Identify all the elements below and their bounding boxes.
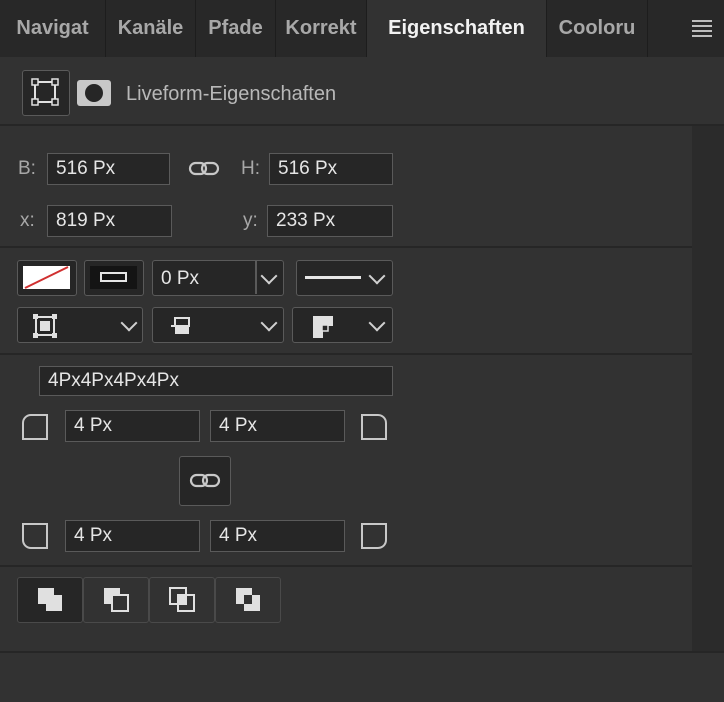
corner-bottom-right-icon — [361, 523, 387, 549]
chevron-down-icon — [120, 314, 138, 332]
combine-shapes-icon — [38, 588, 62, 611]
height-label: H: — [241, 158, 260, 179]
corner-top-left-field[interactable]: 4 Px — [65, 410, 200, 442]
tab-paths[interactable]: Pfade — [196, 0, 276, 57]
y-label: y: — [243, 210, 258, 231]
corner-bottom-right-field[interactable]: 4 Px — [210, 520, 345, 552]
chevron-down-icon — [368, 267, 386, 285]
stroke-align-dropdown[interactable] — [17, 307, 143, 343]
tab-adjustments[interactable]: Korrekt — [276, 0, 367, 57]
width-field[interactable]: 516 Px — [47, 153, 170, 185]
tab-channels[interactable]: Kanäle — [106, 0, 196, 57]
panel-menu-icon[interactable] — [692, 20, 712, 37]
divider — [0, 246, 724, 248]
combine-shapes-button[interactable] — [17, 577, 83, 623]
subtract-shape-icon — [104, 588, 129, 612]
y-field[interactable]: 233 Px — [267, 205, 393, 237]
height-field[interactable]: 516 Px — [269, 153, 393, 185]
tab-navigator[interactable]: Navigat — [0, 0, 106, 57]
panel-tab-bar: Navigat Kanäle Pfade Korrekt Eigenschaft… — [0, 0, 724, 57]
shape-properties-button[interactable] — [22, 70, 70, 116]
corner-bottom-left-field[interactable]: 4 Px — [65, 520, 200, 552]
tab-properties[interactable]: Eigenschaften — [367, 0, 547, 57]
mask-icon — [85, 84, 103, 102]
mask-properties-button[interactable] — [77, 80, 111, 106]
chevron-down-icon[interactable] — [260, 267, 278, 285]
x-field[interactable]: 819 Px — [47, 205, 172, 237]
corner-radius-summary-field[interactable]: 4Px4Px4Px4Px — [39, 366, 393, 396]
exclude-overlap-button[interactable] — [215, 577, 281, 623]
line-join-icon — [313, 316, 333, 338]
corner-top-left-icon — [22, 414, 48, 440]
chevron-down-icon — [368, 314, 386, 332]
corner-bottom-left-icon — [22, 523, 48, 549]
corner-top-right-icon — [361, 414, 387, 440]
fill-color-button[interactable] — [17, 260, 77, 296]
stroke-width-value: 0 Px — [161, 268, 200, 289]
stroke-type-dropdown[interactable] — [296, 260, 393, 296]
divider — [0, 651, 724, 653]
link-corners-button[interactable] — [179, 456, 231, 506]
scrollbar-track[interactable] — [692, 126, 724, 651]
link-icon[interactable] — [188, 159, 220, 179]
subtract-front-shape-button[interactable] — [83, 577, 149, 623]
stroke-align-inside-icon — [33, 314, 57, 338]
x-label: x: — [20, 210, 35, 231]
line-cap-icon — [171, 317, 190, 334]
stroke-corners-dropdown[interactable] — [292, 307, 393, 343]
panel-title: Liveform-Eigenschaften — [126, 83, 337, 105]
stroke-color-icon — [90, 266, 137, 289]
corner-top-right-field[interactable]: 4 Px — [210, 410, 345, 442]
bounding-box-icon — [30, 77, 59, 106]
stroke-caps-dropdown[interactable] — [152, 307, 284, 343]
link-icon — [189, 473, 221, 488]
width-label: B: — [18, 158, 36, 179]
stroke-color-button[interactable] — [84, 260, 144, 296]
exclude-overlap-icon — [236, 588, 260, 611]
tab-color[interactable]: Cooloru — [547, 0, 648, 57]
intersect-shapes-button[interactable] — [149, 577, 215, 623]
no-fill-icon — [23, 266, 70, 289]
divider — [0, 124, 724, 126]
stroke-width-combo[interactable]: 0 Px — [152, 260, 284, 296]
divider — [0, 353, 724, 355]
solid-line-icon — [305, 276, 361, 279]
separator — [255, 261, 257, 294]
intersect-shapes-icon — [169, 587, 195, 612]
chevron-down-icon — [260, 314, 278, 332]
divider — [0, 565, 724, 567]
